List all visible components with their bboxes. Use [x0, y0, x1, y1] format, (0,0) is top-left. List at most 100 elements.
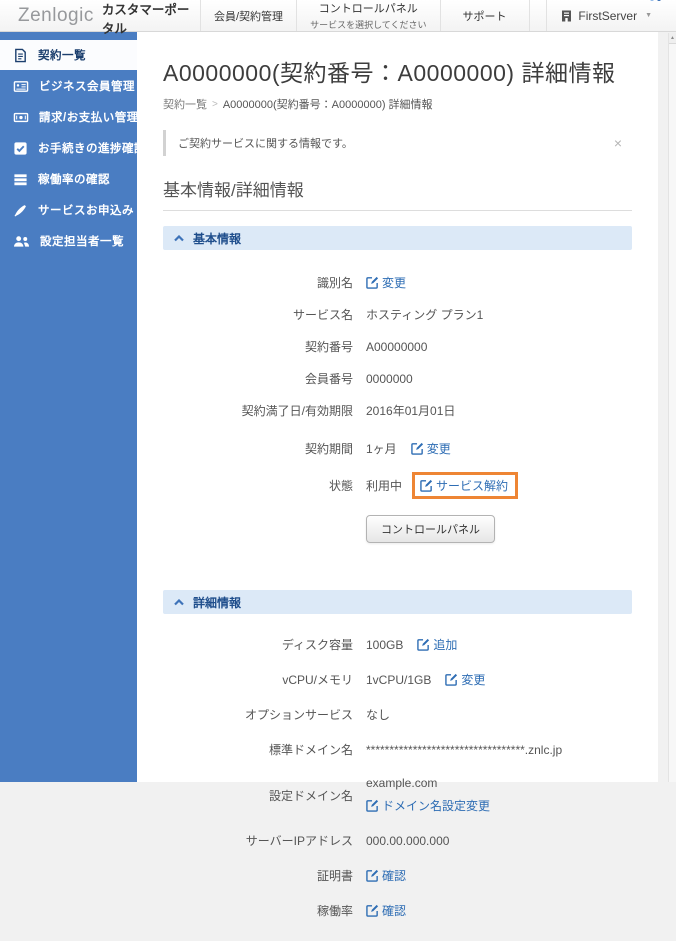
edit-icon — [410, 442, 423, 455]
account-name: FirstServer — [578, 8, 638, 23]
chevron-up-icon — [174, 598, 184, 605]
logo-text: Zenlogic — [18, 4, 94, 26]
row-identifier-name: 識別名 変更 — [163, 274, 632, 291]
nav-item-label: コントロールパネル — [318, 3, 418, 15]
sidebar-item-label: 請求/お支払い管理 — [39, 112, 139, 124]
view-uptime-link[interactable]: 確認 — [366, 902, 406, 919]
logo: Zenlogic カスタマーポータル — [0, 0, 661, 36]
breadcrumb: 契約一覧 > A0000000(契約番号：A0000000) 詳細情報 — [163, 96, 632, 112]
breadcrumb-current: A0000000(契約番号：A0000000) 詳細情報 — [222, 99, 433, 111]
sidebar-item-label: 稼働率の確認 — [38, 174, 110, 186]
row-uptime: 稼働率 確認 — [163, 902, 632, 919]
nav-item-label: サポート — [462, 10, 507, 23]
basic-info-panel-header[interactable]: 基本情報 — [163, 226, 632, 250]
document-icon — [15, 48, 26, 62]
nav-item-label: 会員/契約管理 — [214, 10, 284, 23]
field-value: ホスティング プラン1 — [366, 308, 484, 322]
row-default-domain: 標準ドメイン名 ********************************… — [163, 741, 632, 758]
field-value: 000.00.000.000 — [366, 833, 450, 848]
app-header: Zenlogic カスタマーポータル 会員/契約管理 コントロールパネル サービ… — [0, 0, 676, 36]
notice-text: ご契約サービスに関する情報です。 — [178, 138, 353, 150]
checkbox-icon — [14, 141, 27, 155]
row-option-service: オプションサービス なし — [163, 706, 632, 723]
field-value: **********************************.znlc.… — [366, 742, 563, 757]
change-domain-settings-link[interactable]: ドメイン名設定変更 — [366, 797, 490, 814]
sidebar-item-billing[interactable]: 請求/お支払い管理 — [0, 102, 139, 132]
row-server-ip: サーバーIPアドレス 000.00.000.000 — [163, 832, 632, 849]
nav-item-support[interactable]: サポート — [439, 0, 530, 31]
row-contract-number: 契約番号 A00000000 — [163, 338, 632, 355]
sidebar-item-uptime[interactable]: 稼働率の確認 — [0, 164, 137, 194]
field-label: 証明書 — [316, 869, 353, 883]
edit-icon — [366, 869, 379, 882]
field-label: 契約番号 — [304, 340, 353, 354]
sidebar-item-progress[interactable]: お手続きの進捗確認 — [0, 133, 146, 163]
account-menu[interactable]: FirstServer ▼ — [546, 0, 676, 31]
chevron-up-icon — [174, 234, 184, 241]
field-label: 状態 — [328, 479, 353, 493]
field-label: 設定ドメイン名 — [268, 788, 353, 803]
banknote-icon — [13, 112, 29, 122]
row-disk-capacity: ディスク容量 100GB 追加 — [163, 636, 632, 653]
sidebar-item-admins[interactable]: 設定担当者一覧 — [0, 226, 137, 256]
vertical-scrollbar[interactable]: ▲ — [668, 33, 676, 782]
scroll-up-icon[interactable]: ▲ — [669, 33, 676, 44]
sidebar-item-business-members[interactable]: ビジネス会員管理 — [0, 71, 137, 101]
link-label: 変更 — [426, 442, 451, 456]
field-label: ディスク容量 — [281, 638, 353, 652]
link-label: ドメイン名設定変更 — [382, 799, 491, 813]
sidebar-item-label: サービスお申込み — [38, 205, 134, 217]
pen-icon — [14, 204, 26, 217]
edit-icon — [366, 799, 379, 812]
close-icon[interactable]: × — [610, 134, 626, 152]
sidebar-item-apply[interactable]: サービスお申込み — [0, 195, 137, 225]
link-label: 変更 — [461, 673, 486, 687]
sidebar-item-label: ビジネス会員管理 — [39, 81, 135, 93]
panel-title: 基本情報 — [193, 231, 242, 246]
sidebar-item-contracts[interactable]: 契約一覧 — [0, 40, 137, 70]
people-icon — [14, 235, 29, 247]
highlight-annotation: サービス解約 — [412, 472, 519, 499]
button-row: コントロールパネル — [366, 515, 632, 543]
control-panel-button[interactable]: コントロールパネル — [366, 515, 495, 543]
view-certificate-link[interactable]: 確認 — [366, 867, 406, 884]
panel-title: 詳細情報 — [193, 595, 242, 610]
field-label: サービス名 — [292, 308, 353, 322]
id-card-icon — [13, 80, 29, 92]
row-vcpu-memory: vCPU/メモリ 1vCPU/1GB 変更 — [163, 671, 632, 688]
breadcrumb-link-contracts[interactable]: 契約一覧 — [163, 96, 207, 112]
field-value: 利用中 — [366, 479, 403, 493]
link-label: 確認 — [382, 904, 407, 918]
sidebar-item-label: お手続きの進捗確認 — [38, 143, 146, 155]
nav-item-sublabel: サービスを選択してください — [310, 20, 427, 30]
edit-icon — [366, 904, 379, 917]
field-label: オプションサービス — [244, 708, 353, 722]
sidebar-item-label: 設定担当者一覧 — [40, 236, 124, 248]
nav-item-control-panel[interactable]: コントロールパネル サービスを選択してください — [296, 0, 439, 31]
change-vcpu-link[interactable]: 変更 — [445, 671, 485, 688]
detail-info-panel-header[interactable]: 詳細情報 — [163, 590, 632, 614]
change-period-link[interactable]: 変更 — [410, 440, 451, 457]
field-value: 100GB — [366, 637, 404, 652]
field-value: 1ヶ月 — [366, 442, 397, 456]
field-label: 識別名 — [316, 276, 353, 290]
basic-info-panel-body: 識別名 変更 サービス名 ホスティング プラン1 契約番号 A00000000 … — [163, 250, 632, 575]
field-label: vCPU/メモリ — [282, 673, 353, 687]
sidebar-item-label: 契約一覧 — [38, 50, 86, 62]
link-label: サービス解約 — [436, 479, 509, 493]
change-identifier-link[interactable]: 変更 — [366, 274, 406, 291]
cancel-service-link[interactable]: サービス解約 — [420, 477, 508, 494]
main-content: A0000000(契約番号：A0000000) 詳細情報 契約一覧 > A000… — [137, 32, 658, 918]
edit-icon — [417, 638, 430, 651]
field-value: 2016年01月01日 — [366, 404, 456, 418]
field-label: 稼働率 — [316, 904, 353, 918]
nav-item-member-contract[interactable]: 会員/契約管理 — [200, 0, 296, 31]
add-disk-link[interactable]: 追加 — [417, 636, 457, 653]
row-contract-period: 契約期間 1ヶ月 変更 — [163, 440, 632, 457]
field-label: 契約満了日/有効期限 — [241, 404, 353, 418]
row-status: 状態 利用中 サービス解約 — [163, 472, 632, 499]
list-icon — [14, 173, 27, 185]
link-label: 追加 — [433, 638, 458, 652]
detail-info-panel-body: ディスク容量 100GB 追加 vCPU/メモリ 1vCPU/1GB 変更 オプ… — [163, 614, 632, 941]
page-title: A0000000(契約番号：A0000000) 詳細情報 — [163, 60, 616, 86]
